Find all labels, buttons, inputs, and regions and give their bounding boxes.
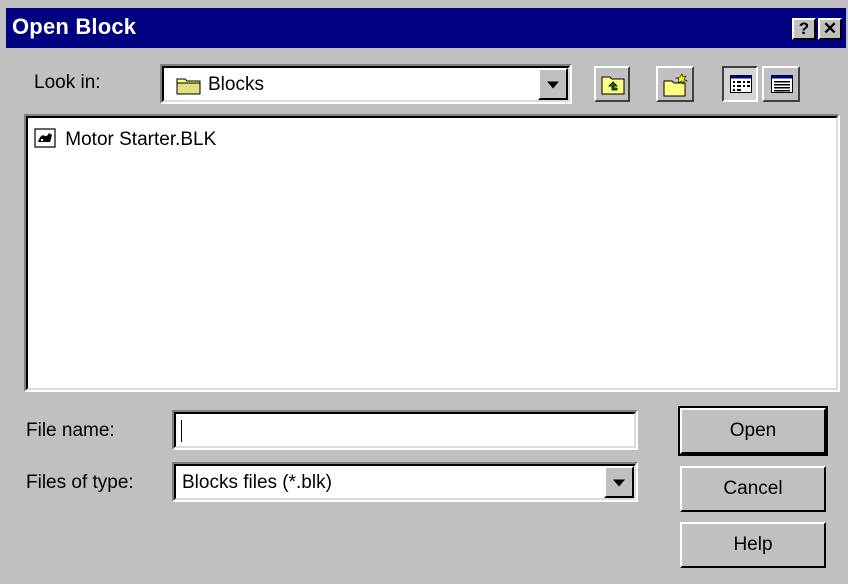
- cancel-button-label: Cancel: [723, 478, 783, 499]
- file-list[interactable]: [24, 114, 840, 392]
- details-view-icon: [771, 75, 793, 98]
- up-one-level-icon: [601, 73, 625, 100]
- folder-icon: [176, 75, 202, 100]
- files-of-type-dropdown-arrow[interactable]: [604, 466, 634, 498]
- look-in-dropdown-arrow[interactable]: [538, 68, 568, 100]
- files-of-type-label: Files of type:: [26, 472, 134, 493]
- open-block-dialog: Open Block ? ✕ Look in: Blocks Motor Sta…: [0, 0, 848, 584]
- help-title-button[interactable]: ?: [792, 18, 816, 40]
- list-view-button[interactable]: [722, 66, 758, 102]
- look-in-combo[interactable]: Blocks: [160, 64, 572, 104]
- help-button-label: Help: [733, 534, 773, 555]
- close-button[interactable]: ✕: [818, 18, 842, 40]
- cancel-button[interactable]: Cancel: [680, 466, 826, 512]
- look-in-value: Blocks: [208, 74, 264, 95]
- open-button[interactable]: Open: [678, 406, 828, 456]
- list-view-icon: [730, 75, 752, 98]
- files-of-type-combo[interactable]: Blocks files (*.blk): [172, 462, 638, 502]
- create-new-folder-button[interactable]: [656, 66, 694, 102]
- file-name-label: File name:: [26, 420, 115, 441]
- file-name-text: Motor Starter.BLK: [65, 129, 217, 150]
- block-file-icon: [34, 128, 56, 154]
- new-folder-icon: [663, 73, 689, 102]
- file-name-input[interactable]: [172, 410, 638, 450]
- window-title: Open Block: [12, 14, 137, 39]
- files-of-type-value: Blocks files (*.blk): [182, 472, 332, 493]
- title-bar[interactable]: Open Block ? ✕: [6, 8, 846, 48]
- list-item[interactable]: Motor Starter.BLK: [34, 128, 216, 154]
- details-view-button[interactable]: [762, 66, 800, 102]
- look-in-label: Look in:: [34, 72, 101, 93]
- open-button-label: Open: [729, 420, 777, 441]
- text-cursor: [181, 420, 182, 442]
- help-button[interactable]: Help: [680, 522, 826, 568]
- up-one-level-button[interactable]: [594, 66, 630, 102]
